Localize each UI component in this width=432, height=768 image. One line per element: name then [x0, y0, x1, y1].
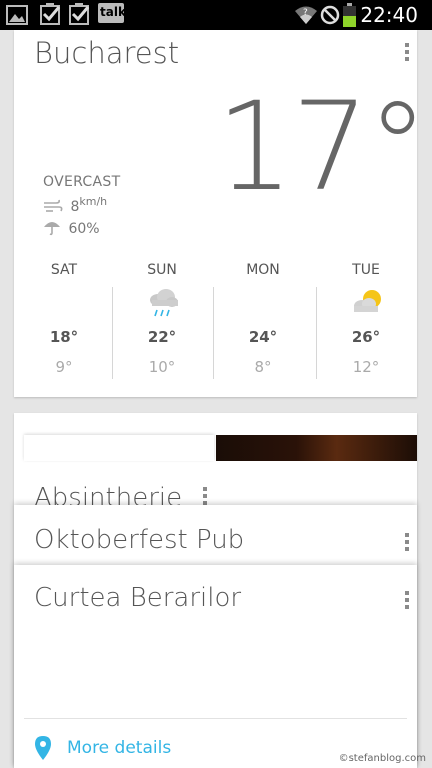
forecast-high: 24° [248, 328, 278, 346]
wind-icon [44, 199, 63, 212]
place-title[interactable]: Oktoberfest Pub [34, 525, 244, 555]
status-bar: talk ? 22:40 [0, 0, 432, 30]
blocked-icon [320, 5, 340, 25]
umbrella-icon [44, 222, 60, 236]
checkbox-icon [40, 3, 61, 25]
map-pin-icon [35, 736, 51, 760]
forecast-day-name: SUN [147, 262, 177, 278]
forecast-low: 8° [254, 358, 272, 376]
wind-unit: km/h [79, 195, 108, 208]
place-photo [216, 435, 417, 461]
card-menu-icon[interactable] [404, 591, 410, 609]
card-menu-icon[interactable] [202, 487, 208, 505]
forecast-day: TUE 26° 12° [316, 260, 416, 380]
partly-cloudy-icon [354, 290, 381, 312]
current-temperature: 17° [216, 76, 428, 218]
weather-card[interactable]: Bucharest 17° OVERCAST 8km/h 60% SAT 18°… [14, 30, 428, 397]
forecast: SAT 18° 9° SUN 22° 10° MON 24° 8° TUE 26… [14, 260, 417, 380]
svg-text:?: ? [303, 8, 308, 18]
wifi-icon: ? [295, 6, 317, 24]
watermark: ©stefanblog.com [338, 753, 426, 764]
rain-info: 60% [43, 219, 100, 237]
forecast-day: SUN 22° 10° [112, 260, 212, 380]
forecast-low: 9° [55, 358, 73, 376]
checkbox-icon [69, 3, 90, 25]
stacked-card-edge [24, 435, 214, 461]
rain-chance: 60% [68, 221, 100, 237]
more-details-link[interactable]: More details [67, 738, 171, 758]
divider [24, 718, 407, 719]
card-menu-icon[interactable] [404, 43, 410, 61]
forecast-day: SAT 18° 9° [14, 260, 114, 380]
forecast-day-name: MON [246, 262, 280, 278]
forecast-low: 12° [352, 358, 380, 376]
weather-condition: OVERCAST [43, 174, 121, 190]
forecast-high: 22° [147, 328, 177, 346]
status-time: 22:40 [360, 3, 418, 27]
forecast-high: 26° [351, 328, 381, 346]
rain-cloud-icon [150, 289, 178, 317]
forecast-high: 18° [49, 328, 79, 346]
forecast-day-name: TUE [352, 262, 380, 278]
city-name: Bucharest [34, 36, 180, 70]
talk-icon: talk [98, 3, 126, 23]
place-title[interactable]: Curtea Berarilor [34, 583, 241, 613]
image-icon [6, 5, 28, 25]
place-card[interactable]: Oktoberfest Pub Curtea Berarilor [14, 505, 417, 768]
battery-icon [343, 3, 356, 27]
talk-label: talk [100, 5, 126, 19]
wind-info: 8km/h [43, 195, 107, 215]
forecast-low: 10° [148, 358, 176, 376]
places-card[interactable]: Absintherie Oktoberfest Pub Curtea Berar… [14, 413, 417, 768]
forecast-day-name: SAT [50, 262, 78, 278]
card-menu-icon[interactable] [404, 533, 410, 551]
forecast-day: MON 24° 8° [213, 260, 313, 380]
